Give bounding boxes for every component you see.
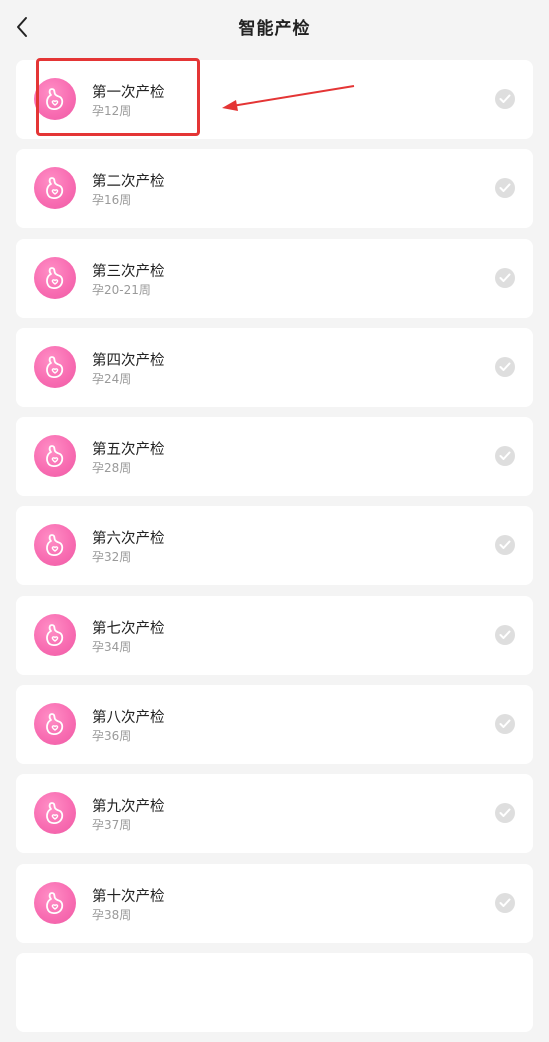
checkup-title: 第三次产检 <box>92 263 165 280</box>
checkup-week: 孕32周 <box>92 550 132 565</box>
check-circle-icon <box>495 535 515 556</box>
checkup-title: 第四次产检 <box>92 352 165 369</box>
check-circle-icon <box>495 624 515 645</box>
page-title: 智能产检 <box>238 19 311 39</box>
pregnant-belly-heart-icon <box>34 703 76 746</box>
checkup-week: 孕36周 <box>92 729 132 744</box>
check-circle-icon <box>495 356 515 377</box>
checkup-week: 孕38周 <box>92 907 132 922</box>
checkup-card-8[interactable]: 第八次产检 孕36周 <box>16 685 533 765</box>
check-circle-icon <box>495 178 515 199</box>
pregnant-belly-heart-icon <box>34 435 76 478</box>
checkup-title: 第九次产检 <box>92 799 165 816</box>
checkup-week: 孕24周 <box>92 371 132 386</box>
pregnant-belly-heart-icon <box>34 256 76 299</box>
check-circle-icon <box>495 446 515 467</box>
checkup-week: 孕28周 <box>92 461 132 476</box>
check-circle-icon <box>495 89 515 109</box>
checkup-card-7[interactable]: 第七次产检 孕34周 <box>16 595 533 675</box>
check-circle-icon <box>495 714 515 735</box>
checkup-title: 第十次产检 <box>92 888 165 905</box>
pregnant-belly-heart-icon <box>34 524 76 567</box>
checkup-title: 第二次产检 <box>92 174 165 191</box>
checkup-title: 第五次产检 <box>92 442 165 459</box>
pregnant-belly-heart-icon <box>34 792 76 835</box>
pregnant-belly-heart-icon <box>34 613 76 656</box>
pregnant-belly-heart-icon <box>34 345 76 388</box>
checkup-week: 孕34周 <box>92 639 132 654</box>
checkup-card-10[interactable]: 第十次产检 孕38周 <box>16 863 533 943</box>
checkup-card-3[interactable]: 第三次产检 孕20-21周 <box>16 238 533 318</box>
pregnant-belly-heart-icon <box>34 78 76 120</box>
checkup-card-partial[interactable] <box>16 952 533 1032</box>
checkup-card-4[interactable]: 第四次产检 孕24周 <box>16 327 533 407</box>
pregnant-belly-heart-icon <box>34 167 76 210</box>
check-circle-icon <box>495 267 515 288</box>
checkup-card-2[interactable]: 第二次产检 孕16周 <box>16 149 533 229</box>
header: 智能产检 <box>0 0 549 56</box>
pregnant-belly-heart-icon <box>34 881 76 924</box>
check-circle-icon <box>495 803 515 824</box>
checkup-week: 孕20-21周 <box>92 282 151 297</box>
checkup-title: 第七次产检 <box>92 620 165 637</box>
checkup-week: 孕16周 <box>92 193 132 208</box>
checkup-card-6[interactable]: 第六次产检 孕32周 <box>16 506 533 586</box>
checkup-title: 第一次产检 <box>92 85 165 101</box>
checkup-week: 孕37周 <box>92 818 132 833</box>
check-circle-icon <box>495 892 515 913</box>
checkup-card-1[interactable]: 第一次产检 孕12周 <box>16 60 533 139</box>
checkup-title: 第八次产检 <box>92 710 165 727</box>
checkup-card-5[interactable]: 第五次产检 孕28周 <box>16 417 533 497</box>
checkup-card-9[interactable]: 第九次产检 孕37周 <box>16 774 533 854</box>
checkup-week: 孕12周 <box>92 104 132 118</box>
checkup-title: 第六次产检 <box>92 531 165 548</box>
checkup-list: 第一次产检 孕12周 第二次产检 孕16周 第三次产检 孕20-21周 第四次产… <box>16 60 533 1042</box>
